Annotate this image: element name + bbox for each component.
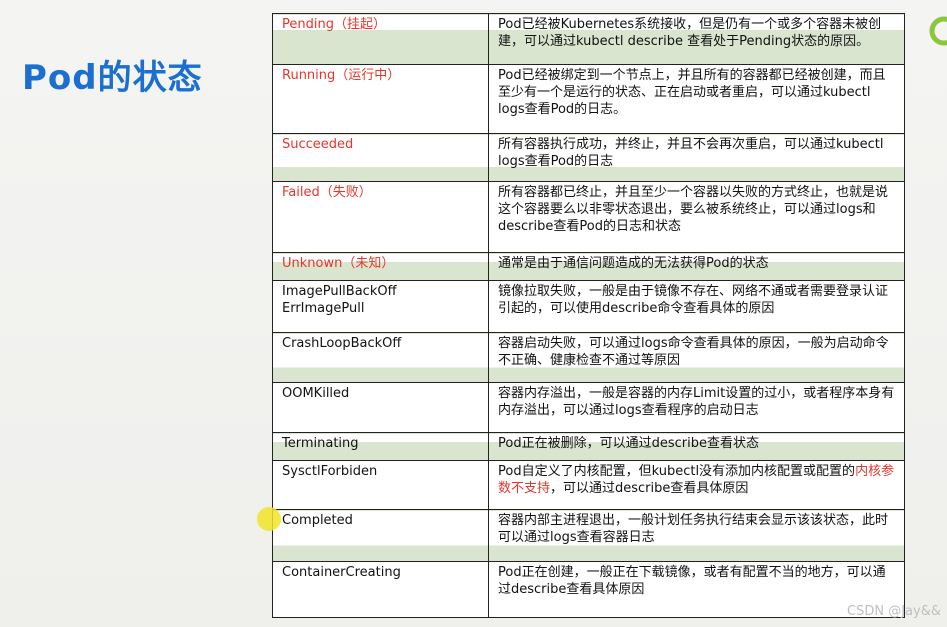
ring-logo-icon — [929, 16, 947, 46]
status-description: 容器启动失败，可以通过logs命令查看具体的原因，一般为启动命令不正确、健康检查… — [488, 332, 905, 383]
slide-title: Pod的状态 — [22, 58, 203, 98]
desc-text: ，可以通过describe查看具体原因 — [550, 481, 749, 496]
desc-text: Pod自定义了内核配置，但kubectl没有添加内核配置或配置的 — [498, 464, 856, 479]
status-description: 所有容器执行成功，并终止，并且不会再次重启，可以通过kubectl logs查看… — [488, 133, 905, 182]
status-name: Terminating — [272, 432, 489, 461]
status-description: 容器内存溢出，一般是容器的内存Limit设置的过小，或者程序本身有内存溢出，可以… — [488, 382, 905, 433]
status-name: Failed（失败） — [272, 181, 489, 253]
table-row: SysctlForbiden Pod自定义了内核配置，但kubectl没有添加内… — [272, 460, 905, 510]
table-row: CrashLoopBackOff 容器启动失败，可以通过logs命令查看具体的原… — [272, 332, 905, 383]
status-name: ImagePullBackOff ErrImagePull — [272, 280, 489, 333]
table-row: ImagePullBackOff ErrImagePull 镜像拉取失败，一般是… — [272, 280, 905, 333]
pod-status-table: Pending（挂起） Pod已经被Kubernetes系统接收，但是仍有一个或… — [272, 13, 905, 618]
table-row: Terminating Pod正在被删除，可以通过describe查看状态 — [272, 432, 905, 461]
table-row: Failed（失败） 所有容器都已终止，并且至少一个容器以失败的方式终止，也就是… — [272, 181, 905, 253]
table-row: Pending（挂起） Pod已经被Kubernetes系统接收，但是仍有一个或… — [272, 13, 905, 65]
status-name: Unknown（未知） — [272, 252, 489, 281]
status-name: Running（运行中） — [272, 64, 489, 134]
status-description: 容器内部主进程退出，一般计划任务执行结束会显示该该状态，此时可以通过logs查看… — [488, 509, 905, 562]
status-name: SysctlForbiden — [272, 460, 489, 510]
status-description: Pod正在被删除，可以通过describe查看状态 — [488, 432, 905, 461]
table-row: Completed 容器内部主进程退出，一般计划任务执行结束会显示该该状态，此时… — [272, 509, 905, 562]
table-row: Unknown（未知） 通常是由于通信问题造成的无法获得Pod的状态 — [272, 252, 905, 281]
status-description: 镜像拉取失败，一般是由于镜像不存在、网络不通或者需要登录认证引起的，可以使用de… — [488, 280, 905, 333]
table-row: Succeeded 所有容器执行成功，并终止，并且不会再次重启，可以通过kube… — [272, 133, 905, 182]
status-name: ContainerCreating — [272, 561, 489, 618]
table-row: OOMKilled 容器内存溢出，一般是容器的内存Limit设置的过小，或者程序… — [272, 382, 905, 433]
status-description: Pod已经被Kubernetes系统接收，但是仍有一个或多个容器未被创建，可以通… — [488, 13, 905, 65]
table-row: Running（运行中） Pod已经被绑定到一个节点上，并且所有的容器都已经被创… — [272, 64, 905, 134]
status-description: 所有容器都已终止，并且至少一个容器以失败的方式终止，也就是说这个容器要么以非零状… — [488, 181, 905, 253]
status-name: OOMKilled — [272, 382, 489, 433]
status-name: Pending（挂起） — [272, 13, 489, 65]
status-name: CrashLoopBackOff — [272, 332, 489, 383]
status-name: Completed — [272, 509, 489, 562]
status-description: Pod正在创建，一般正在下载镜像，或者有配置不当的地方，可以通过describe… — [488, 561, 905, 618]
status-description: 通常是由于通信问题造成的无法获得Pod的状态 — [488, 252, 905, 281]
table-row: ContainerCreating Pod正在创建，一般正在下载镜像，或者有配置… — [272, 561, 905, 618]
status-description: Pod自定义了内核配置，但kubectl没有添加内核配置或配置的内核参数不支持，… — [488, 460, 905, 510]
status-description: Pod已经被绑定到一个节点上，并且所有的容器都已经被创建，而且至少有一个是运行的… — [488, 64, 905, 134]
status-name: Succeeded — [272, 133, 489, 182]
watermark: CSDN @Jay&& — [847, 604, 941, 619]
cursor-highlight-icon — [257, 507, 281, 531]
